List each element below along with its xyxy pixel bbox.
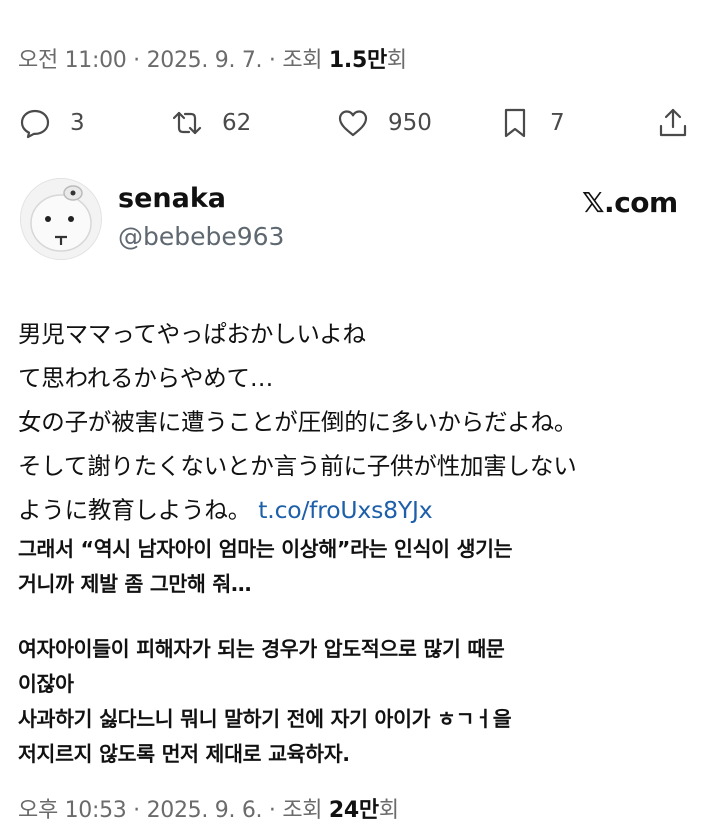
translation-line: 이잖아 — [18, 672, 74, 696]
translation-paragraph-1: 그래서 “역시 남자아이 엄마는 이상해”라는 인식이 생기는 거니까 제발 좀… — [18, 532, 513, 602]
reply-button[interactable]: 3 — [18, 103, 85, 143]
avatar-face-icon — [21, 179, 101, 259]
original-date[interactable]: 2025. 9. 6. — [147, 798, 263, 823]
translation-line: 사과하기 싫다느니 뭐니 말하기 전에 자기 아이가 ㅎㄱㅓ을 — [18, 707, 512, 731]
meta-separator: · — [126, 798, 147, 823]
quoted-line: 女の子が被害に遭うことが圧倒的に多いからだよね。 — [18, 408, 578, 436]
translation-line: 저지르지 않도록 먼저 제대로 교육하자. — [18, 742, 350, 766]
views-suffix: 회 — [378, 798, 399, 823]
post-time[interactable]: 오전 11:00 — [18, 48, 127, 73]
action-bar: 3 62 950 7 — [18, 103, 698, 143]
share-upload-icon — [659, 108, 687, 137]
quoted-line-with-link: ように教育しようね。 t.co/froUxs8YJx — [18, 488, 577, 532]
views-label: 조회 — [282, 48, 329, 73]
quoted-post-text: 男児ママってやっぱおかしいよね て思われるからやめて… 女の子が被害に遭うことが… — [18, 312, 577, 532]
original-timestamp-row: 오후 10:53 · 2025. 9. 6. · 조회 24만회 — [18, 792, 399, 824]
bookmark-button[interactable]: 7 — [498, 103, 565, 143]
share-button[interactable] — [656, 103, 690, 143]
quoted-display-name[interactable]: senaka — [118, 183, 226, 214]
bookmark-icon — [504, 108, 526, 138]
meta-separator: · — [262, 798, 283, 823]
quoted-line: そして謝りたくないとか言う前に子供が性加害しない — [18, 452, 577, 480]
like-count: 950 — [388, 110, 432, 136]
reply-bubble-icon — [20, 109, 50, 139]
heart-icon — [338, 110, 368, 137]
quoted-line: ように教育しようね。 — [18, 496, 251, 524]
views-suffix: 회 — [386, 48, 407, 73]
views-count[interactable]: 24만 — [329, 798, 379, 823]
translation-line: 그래서 “역시 남자아이 엄마는 이상해”라는 인식이 생기는 — [18, 537, 513, 561]
repost-count: 62 — [222, 110, 252, 136]
source-x-com[interactable]: 𝕏.com — [582, 186, 678, 219]
repost-arrows-icon — [172, 111, 202, 135]
quoted-line: て思われるからやめて… — [18, 364, 274, 392]
reply-count: 3 — [70, 110, 85, 136]
translation-line: 거니까 제발 좀 그만해 줘… — [18, 572, 252, 596]
translation-paragraph-2: 여자아이들이 피해자가 되는 경우가 압도적으로 많기 때문 이잖아 사과하기 … — [18, 632, 512, 772]
post-timestamp-row: 오전 11:00 · 2025. 9. 7. · 조회 1.5만회 — [18, 42, 407, 74]
meta-separator: · — [262, 48, 283, 73]
quoted-handle[interactable]: @bebebe963 — [118, 222, 284, 251]
bookmark-count: 7 — [550, 110, 565, 136]
translation-line: 여자아이들이 피해자가 되는 경우가 압도적으로 많기 때문 — [18, 637, 505, 661]
meta-separator: · — [126, 48, 147, 73]
views-label: 조회 — [282, 798, 329, 823]
post-date[interactable]: 2025. 9. 7. — [147, 48, 263, 73]
quoted-link[interactable]: t.co/froUxs8YJx — [258, 496, 432, 524]
quoted-line: 男児ママってやっぱおかしいよね — [18, 320, 366, 348]
views-count[interactable]: 1.5만 — [329, 48, 387, 73]
avatar[interactable] — [20, 178, 102, 260]
original-time[interactable]: 오후 10:53 — [18, 798, 127, 823]
repost-button[interactable]: 62 — [170, 103, 251, 143]
like-button[interactable]: 950 — [336, 103, 432, 143]
